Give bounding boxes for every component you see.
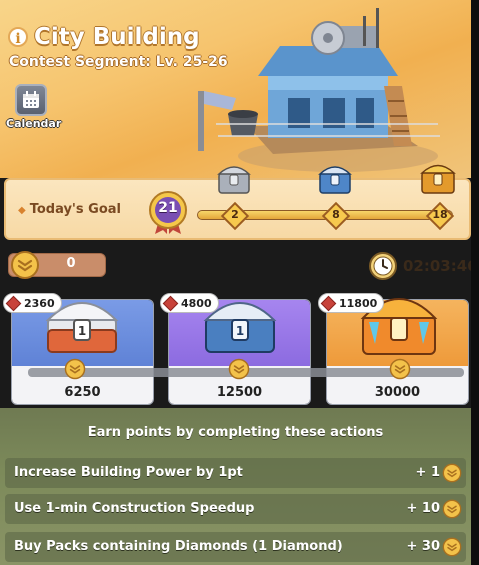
chest-price-tag: 2360	[3, 293, 62, 313]
countdown-timer: 02:03:46	[403, 257, 471, 275]
svg-text:1: 1	[236, 324, 244, 338]
gem-icon	[162, 295, 179, 312]
action-points: + 30	[406, 539, 440, 554]
milestone-marker: 2	[220, 201, 250, 231]
action-row: Increase Building Power by 1pt + 1	[5, 458, 466, 488]
action-label: Buy Packs containing Diamonds (1 Diamond…	[14, 539, 343, 554]
header-banner: i City Building Contest Segment: Lv. 25-…	[0, 0, 471, 178]
chest-points-value: 6250	[64, 385, 101, 400]
screen-edge	[471, 0, 479, 565]
calendar-icon	[15, 84, 47, 116]
chest-points-value: 12500	[216, 385, 263, 400]
gem-icon	[320, 295, 337, 312]
action-label: Use 1-min Construction Speedup	[14, 501, 255, 516]
points-coin-icon	[11, 251, 39, 279]
chest-points-value: 30000	[374, 385, 421, 400]
actions-title: Earn points by completing these actions	[87, 425, 384, 440]
city-building-panel: i City Building Contest Segment: Lv. 25-…	[0, 0, 471, 565]
points-coin-icon	[442, 463, 462, 483]
info-icon[interactable]: i	[8, 27, 28, 47]
action-row: Use 1-min Construction Speedup + 10	[5, 494, 466, 524]
points-coin-icon	[64, 358, 86, 380]
chest-price-tag: 11800	[318, 293, 385, 313]
clock-icon	[369, 252, 397, 280]
points-coin-icon	[442, 537, 462, 557]
points-coin-icon	[228, 358, 250, 380]
action-points: + 10	[406, 501, 440, 516]
calendar-label: Calendar	[6, 117, 62, 130]
action-row: Buy Packs containing Diamonds (1 Diamond…	[5, 532, 466, 562]
chest-price-tag: 4800	[160, 293, 219, 313]
title-row: i City Building	[8, 24, 200, 50]
action-label: Increase Building Power by 1pt	[14, 465, 243, 480]
svg-text:1: 1	[78, 324, 86, 338]
gem-icon	[5, 295, 22, 312]
calendar-button[interactable]: Calendar	[6, 84, 62, 130]
milestone-marker: 18	[425, 201, 455, 231]
milestone-marker: 8	[321, 201, 351, 231]
points-coin-icon	[442, 499, 462, 519]
action-points: + 1	[415, 465, 440, 480]
milestone-chest-gold-icon[interactable]	[419, 158, 457, 196]
milestone-chest-blue-icon[interactable]	[317, 160, 353, 196]
goal-current-value: 21	[158, 200, 178, 216]
points-value: 0	[66, 256, 76, 271]
todays-goal-label: ◆ Today's Goal	[18, 202, 122, 217]
page-title: City Building	[34, 24, 200, 50]
building-illustration	[198, 8, 440, 172]
milestone-chest-silver-icon[interactable]	[216, 160, 252, 196]
points-coin-icon	[389, 358, 411, 380]
